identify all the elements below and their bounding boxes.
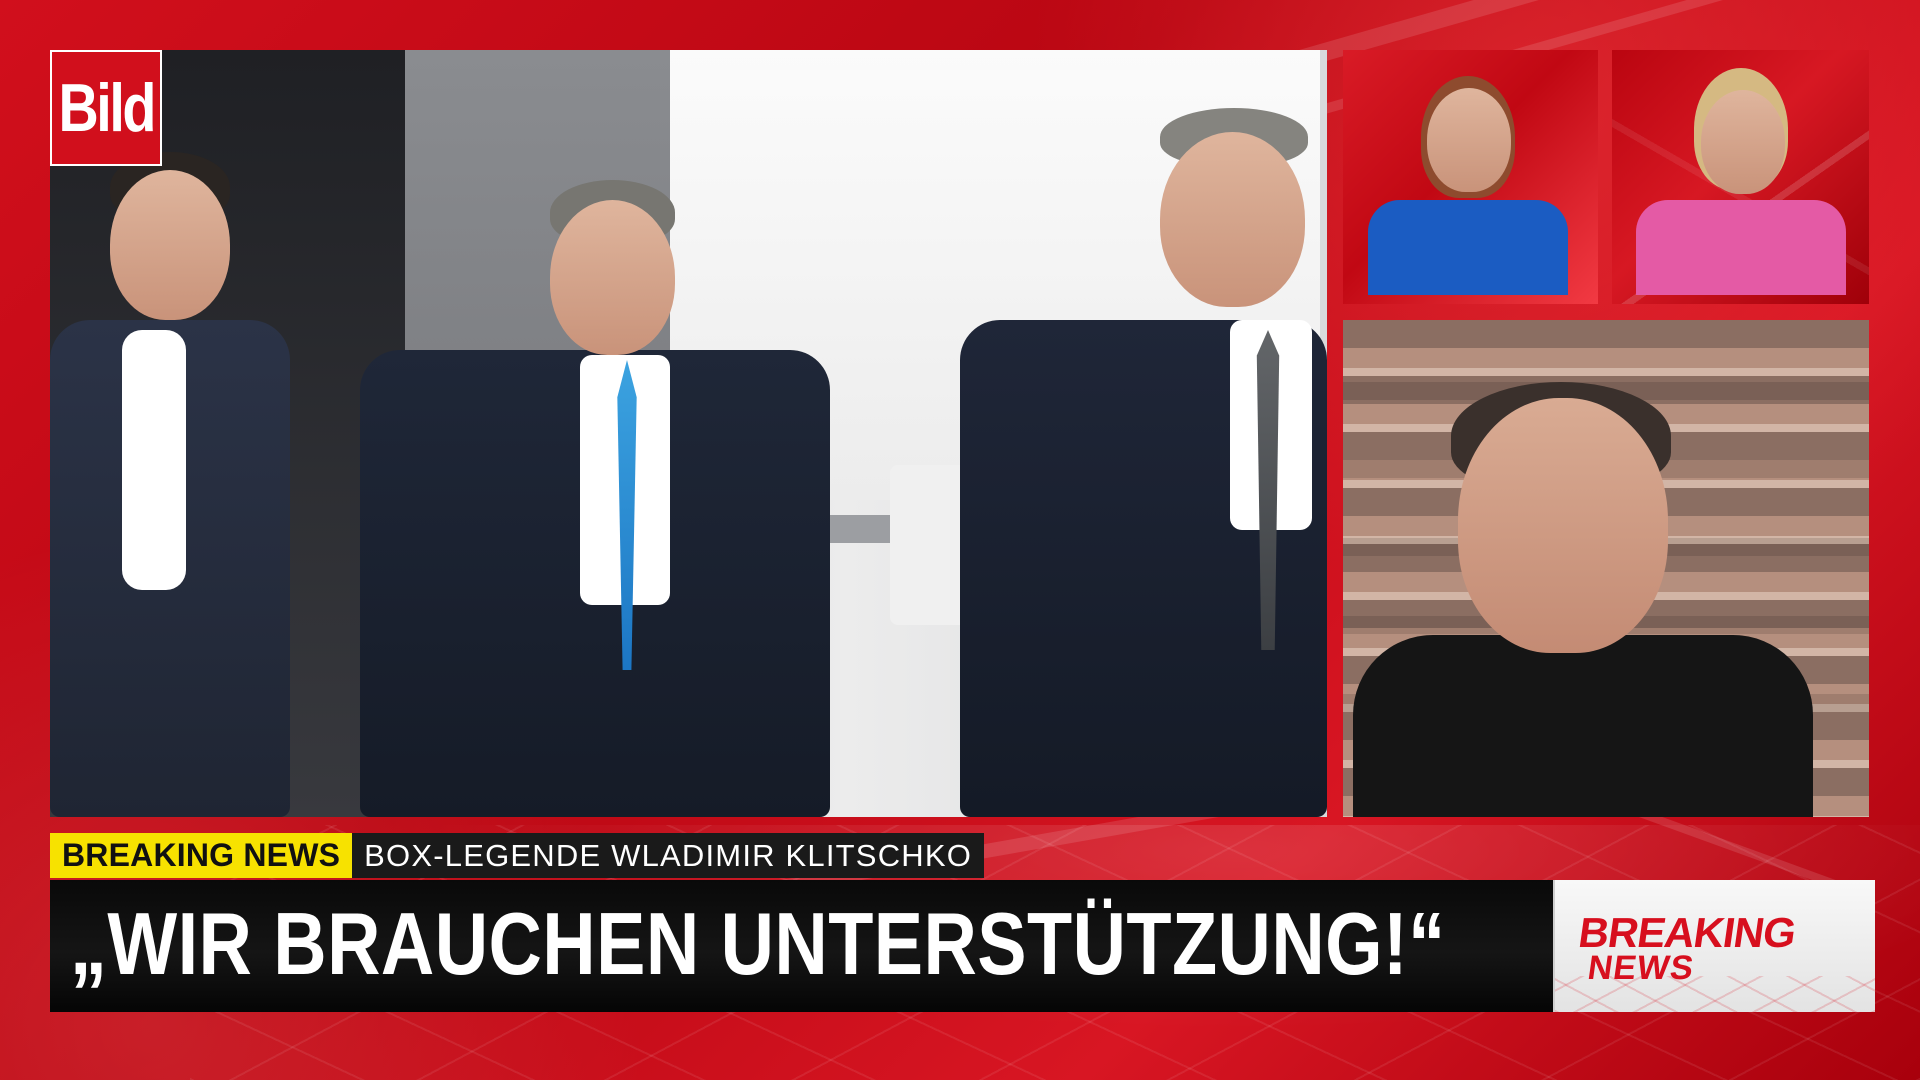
anchor-left xyxy=(1343,50,1598,304)
main-headline: „WIR BRAUCHEN UNTERSTÜTZUNG!“ xyxy=(70,894,1446,993)
person-left-shirt xyxy=(122,330,186,590)
person-right-head xyxy=(1160,132,1305,307)
channel-logo-text: Bild xyxy=(58,70,156,146)
person-left-head xyxy=(110,170,230,320)
anchor-left-head xyxy=(1427,88,1511,192)
anchor-right-head xyxy=(1701,90,1785,194)
breaking-badge-line-1: BREAKING xyxy=(1575,909,1799,956)
speaker-shirt xyxy=(1353,635,1813,817)
person-center-head xyxy=(550,200,675,355)
speaker-head xyxy=(1458,398,1668,653)
badge-mesh xyxy=(1555,976,1875,1012)
lower-third: BREAKING NEWS BOX-LEGENDE WLADIMIR KLITS… xyxy=(50,833,1875,1013)
breaking-news-badge: BREAKING NEWS xyxy=(1553,880,1875,1012)
channel-logo: Bild xyxy=(50,50,162,166)
kicker-strip: BREAKING NEWS BOX-LEGENDE WLADIMIR KLITS… xyxy=(50,833,985,878)
anchor-right xyxy=(1612,50,1869,304)
anchor-panel-right xyxy=(1612,50,1869,304)
anchor-left-body xyxy=(1368,200,1568,295)
interview-video-panel xyxy=(1343,320,1869,817)
main-photo-panel xyxy=(50,50,1327,817)
breaking-news-label: BREAKING NEWS xyxy=(50,833,353,878)
anchor-right-body xyxy=(1636,200,1846,295)
story-subtitle: BOX-LEGENDE WLADIMIR KLITSCHKO xyxy=(352,833,985,878)
anchor-panel-left xyxy=(1343,50,1598,304)
tv-screen: Bild BREAKING NEWS BOX-LEGENDE WLADIMIR … xyxy=(0,0,1920,1080)
